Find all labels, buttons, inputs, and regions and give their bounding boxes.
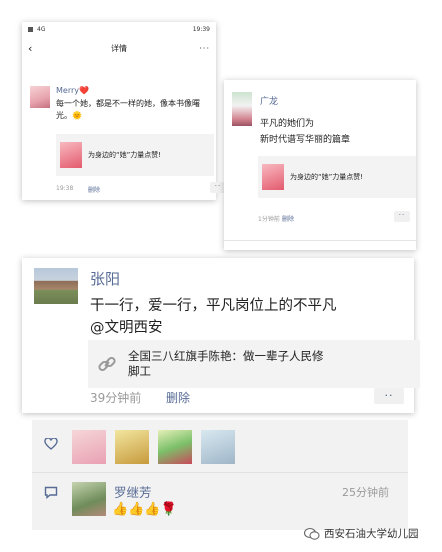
heart-icon: [44, 438, 58, 450]
back-button[interactable]: ‹: [28, 42, 48, 55]
post-text-line: 平凡的她们为: [260, 116, 314, 129]
main-moment-post: 张阳 干一行，爱一行，平凡岗位上的不平凡 @文明西安 全国三八红旗手陈艳：做一辈…: [22, 258, 414, 413]
share-title: 全国三八红旗手陈艳：做一辈子人民修 脚工: [128, 349, 324, 379]
status-bar: 4G 19:39: [22, 22, 216, 36]
post-text-line: 干一行，爱一行，平凡岗位上的不平凡: [90, 294, 337, 315]
divider: [32, 472, 408, 473]
watermark: 西安石油大学幼儿园: [304, 526, 419, 541]
moment-detail-card-2: 广龙 平凡的她们为 新时代谱写华丽的篇章 为身边的“她”力量点赞! 1分钟前 删…: [224, 80, 416, 250]
comment-icon: [44, 486, 58, 499]
share-link-card[interactable]: 全国三八红旗手陈艳：做一辈子人民修 脚工: [88, 340, 420, 388]
post-time: 1分钟前: [258, 214, 280, 223]
more-button[interactable]: ···: [190, 44, 210, 53]
network-label: 4G: [37, 26, 45, 33]
post-author[interactable]: Merry❤️: [56, 86, 89, 95]
commenter-avatar[interactable]: [72, 482, 106, 516]
delete-button[interactable]: 删除: [88, 185, 100, 194]
share-title: 为身边的“她”力量点赞!: [88, 150, 161, 160]
clock: 19:39: [193, 26, 210, 33]
post-text-line: @文明西安: [90, 316, 163, 337]
likes-comments-panel: 罗继芳 25分钟前 👍👍👍🌹: [32, 420, 408, 530]
liker-avatar[interactable]: [115, 430, 149, 464]
moment-detail-card-1: 4G 19:39 ‹ 详情 ··· Merry❤️ 每一个她，都是不一样的她，像…: [22, 22, 216, 200]
post-author[interactable]: 广龙: [260, 94, 278, 107]
delete-button[interactable]: 删除: [282, 214, 294, 223]
avatar[interactable]: [30, 86, 50, 108]
avatar[interactable]: [232, 92, 252, 126]
signal-icon: [28, 27, 33, 32]
liker-avatar[interactable]: [201, 430, 235, 464]
share-title-line: 全国三八红旗手陈艳：做一辈子人民修: [128, 349, 324, 364]
post-text-line: 光。🌞: [56, 110, 212, 122]
commenter-name[interactable]: 罗继芳: [114, 482, 152, 501]
nav-bar: ‹ 详情 ···: [22, 36, 216, 60]
share-thumbnail: [262, 164, 284, 190]
post-author[interactable]: 张阳: [90, 268, 120, 289]
divider: [224, 240, 416, 241]
post-time: 39分钟前: [90, 389, 141, 406]
comment-time: 25分钟前: [342, 484, 389, 500]
post-text: 每一个她，都是不一样的她，像本书像曙 光。🌞: [56, 98, 212, 122]
action-menu-button[interactable]: ··: [394, 211, 410, 222]
share-thumbnail: [60, 142, 82, 168]
avatar[interactable]: [34, 268, 78, 304]
post-text-line: 新时代谱写华丽的篇章: [260, 132, 350, 145]
link-icon: [96, 353, 118, 375]
liker-avatar[interactable]: [158, 430, 192, 464]
liker-avatar[interactable]: [72, 430, 106, 464]
post-time: 19:38: [56, 185, 73, 192]
share-link-card[interactable]: 为身边的“她”力量点赞!: [258, 156, 416, 198]
post-text-line: 每一个她，都是不一样的她，像本书像曙: [56, 98, 212, 110]
watermark-text: 西安石油大学幼儿园: [324, 526, 419, 541]
delete-button[interactable]: 删除: [166, 389, 190, 406]
share-title-line: 脚工: [128, 364, 324, 379]
wechat-icon: [304, 527, 320, 541]
comment-text: 👍👍👍🌹: [112, 502, 177, 517]
share-title: 为身边的“她”力量点赞!: [290, 172, 363, 182]
page-title: 详情: [48, 43, 190, 54]
share-link-card[interactable]: 为身边的“她”力量点赞!: [56, 134, 214, 176]
action-menu-button[interactable]: ··: [374, 388, 404, 404]
